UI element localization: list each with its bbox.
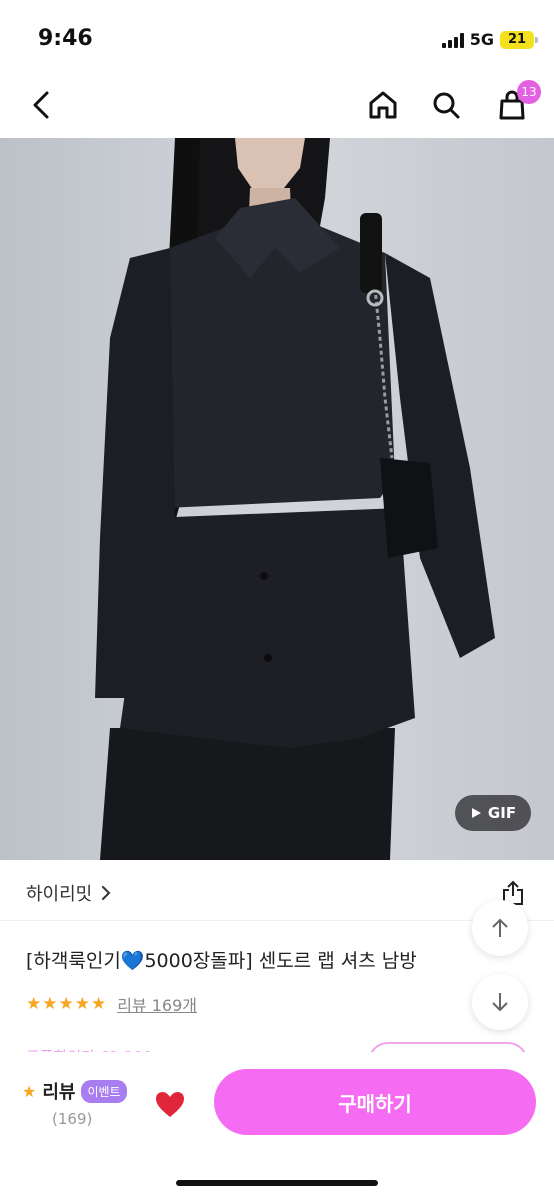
product-photo — [0, 138, 554, 860]
arrow-down-icon — [492, 993, 508, 1012]
rating-stars: ★★★★★ — [26, 994, 108, 1014]
search-icon — [433, 92, 460, 119]
product-image[interactable] — [0, 138, 554, 860]
home-indicator — [176, 1180, 378, 1186]
like-button[interactable] — [150, 1084, 190, 1124]
product-title: [하객룩인기💙5000장돌파] 센도르 랩 셔츠 남방 — [26, 950, 417, 972]
status-indicators: 5G 21 — [441, 30, 538, 49]
scroll-down-button[interactable] — [472, 974, 528, 1030]
review-label: 리뷰 — [42, 1082, 76, 1103]
event-badge: 이벤트 — [81, 1079, 127, 1103]
brand-link[interactable]: 하이리밋 — [26, 880, 112, 906]
star-icon: ★ — [22, 1081, 37, 1101]
bottom-action-bar: ★ 리뷰 이벤트 (169) 구매하기 — [0, 1052, 554, 1200]
heart-icon — [156, 1092, 184, 1117]
arrow-up-icon — [492, 918, 508, 937]
brand-name: 하이리밋 — [26, 884, 93, 905]
network-type: 5G — [469, 30, 494, 49]
chevron-right-icon — [102, 886, 111, 900]
review-link[interactable]: 리뷰 169개 — [117, 992, 197, 1016]
cart-button[interactable]: 13 — [491, 80, 541, 126]
product-info: 하이리밋 [하객룩인기💙5000장돌파] 센도르 랩 셔츠 남방 ★★★★★ 리… — [0, 860, 554, 1066]
review-count: (169) — [52, 1110, 93, 1128]
home-button[interactable] — [362, 84, 404, 126]
scroll-up-button[interactable] — [472, 900, 528, 956]
status-bar: 9:46 5G 21 — [0, 0, 554, 70]
play-icon — [471, 808, 481, 818]
chevron-left-icon — [33, 91, 49, 119]
buy-button[interactable]: 구매하기 — [214, 1069, 536, 1135]
back-button[interactable] — [20, 84, 62, 126]
home-icon — [369, 91, 397, 119]
nav-bar: 13 — [0, 72, 554, 138]
battery-icon: 21 — [500, 30, 538, 49]
cart-count-badge: 13 — [517, 80, 541, 104]
signal-icon — [441, 32, 464, 48]
gif-label: GIF — [487, 804, 517, 822]
status-time: 9:46 — [38, 26, 93, 51]
review-summary[interactable]: ★ 리뷰 이벤트 (169) — [22, 1078, 127, 1128]
gif-toggle-button[interactable]: GIF — [455, 795, 531, 831]
rating-row[interactable]: ★★★★★ 리뷰 169개 — [26, 992, 197, 1016]
divider — [0, 920, 554, 921]
search-button[interactable] — [425, 84, 467, 126]
